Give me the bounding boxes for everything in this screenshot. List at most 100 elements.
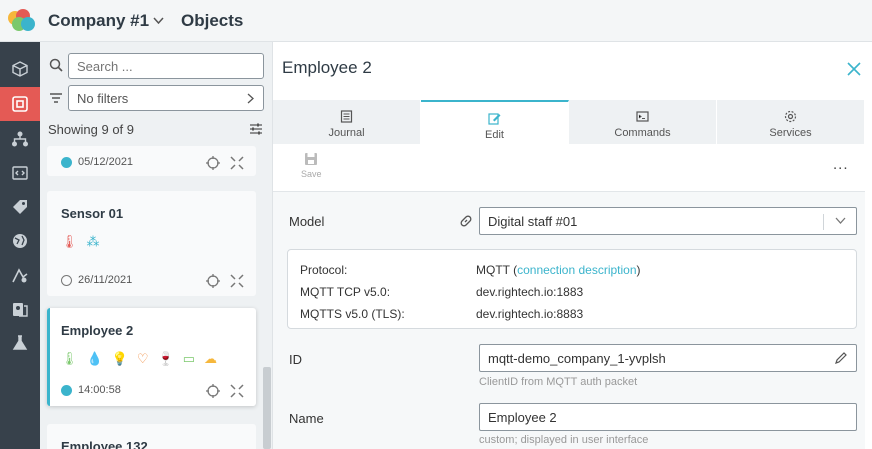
tcp-value: dev.rightech.io:1883 (476, 285, 584, 299)
save-label: Save (301, 169, 322, 179)
card-timestamp: 05/12/2021 (78, 156, 134, 168)
card-title: Employee 132 (61, 439, 148, 449)
model-label: Model (289, 214, 325, 229)
showing-count: Showing 9 of 9 (48, 122, 135, 137)
more-menu-button[interactable]: ... (833, 156, 849, 173)
rail-item-users[interactable] (0, 292, 40, 326)
expand-icon[interactable] (230, 274, 244, 288)
app-logo-icon[interactable] (6, 8, 36, 34)
id-label: ID (289, 352, 302, 367)
terminal-icon (636, 111, 649, 122)
globe-icon (13, 234, 27, 248)
search-icon (49, 58, 63, 72)
id-value: mqtt-demo_company_1-yvplsh (488, 351, 666, 366)
edit-form: Model Digital staff #01 Protocol: MQTT (… (273, 192, 865, 449)
online-status-dot (61, 384, 72, 396)
online-status-dot (61, 156, 72, 168)
tab-label: Commands (614, 127, 671, 139)
link-icon[interactable] (459, 214, 473, 228)
cloud-icon: ☁ (204, 351, 218, 366)
save-button[interactable]: Save (301, 152, 322, 179)
locate-icon[interactable] (206, 274, 220, 288)
rail-item-tags[interactable] (0, 190, 40, 224)
select-divider (823, 214, 824, 230)
tab-commands[interactable]: Commands (569, 100, 717, 144)
objects-icon (12, 96, 28, 112)
gear-icon (784, 110, 797, 123)
tab-services[interactable]: Services (717, 100, 865, 144)
scrollbar[interactable] (263, 367, 271, 449)
flask-icon (12, 335, 28, 350)
object-list-panel: No filters Showing 9 of 9 05/12/2021 Sen… (40, 42, 273, 449)
id-hint: ClientID from MQTT auth packet (479, 376, 638, 388)
rail-item-code[interactable] (0, 156, 40, 190)
glass-icon: 🍷 (157, 351, 174, 366)
pencil-icon[interactable] (834, 351, 848, 365)
rail-item-automation[interactable] (0, 258, 40, 292)
rail-item-objects[interactable] (0, 87, 40, 121)
nav-rail (0, 42, 40, 449)
chevron-down-icon[interactable] (153, 15, 164, 26)
card-title: Employee 2 (61, 323, 134, 338)
rail-item-geo[interactable] (0, 224, 40, 258)
code-icon (12, 166, 28, 180)
tab-label: Journal (328, 127, 365, 139)
protocol-value: MQTT (connection description) (476, 263, 641, 277)
locate-icon[interactable] (206, 156, 220, 170)
id-field[interactable]: mqtt-demo_company_1-yvplsh (479, 344, 857, 372)
filter-label: No filters (77, 91, 129, 106)
detail-tabs: Journal Edit Commands Services (273, 100, 865, 144)
card-timestamp: 26/11/2021 (78, 274, 133, 286)
connection-description-link[interactable]: connection description (517, 263, 636, 277)
cube-icon (12, 61, 28, 77)
journal-icon (340, 110, 353, 123)
filter-icon (50, 93, 62, 103)
tab-journal[interactable]: Journal (273, 100, 421, 144)
locate-icon[interactable] (206, 384, 220, 398)
tab-label: Services (769, 127, 812, 139)
clock-icon (61, 274, 72, 286)
tab-edit[interactable]: Edit (421, 100, 569, 144)
edit-toolbar: Save ... (273, 144, 865, 192)
section-title: Objects (181, 11, 244, 30)
rail-item-lab[interactable] (0, 326, 40, 360)
filter-select[interactable]: No filters (68, 85, 264, 111)
tls-value: dev.rightech.io:8883 (476, 307, 584, 321)
card-timestamp: 14:00:58 (78, 384, 121, 396)
detail-title: Employee 2 (282, 58, 372, 77)
protocol-close: ) (636, 263, 641, 277)
name-field[interactable]: Employee 2 (479, 403, 857, 431)
edit-icon (488, 113, 501, 125)
rail-item-models[interactable] (0, 52, 40, 86)
tcp-key: MQTT TCP v5.0: (300, 285, 391, 299)
object-card[interactable]: Sensor 01 🌡 ⁂ 26/11/2021 (47, 191, 256, 296)
name-label: Name (289, 411, 324, 426)
model-select[interactable]: Digital staff #01 (479, 207, 857, 235)
sort-settings-icon[interactable] (249, 122, 263, 136)
save-icon (305, 153, 317, 165)
rail-item-hierarchy[interactable] (0, 122, 40, 156)
hierarchy-icon (12, 131, 28, 147)
thermometer-icon: 🌡 (61, 351, 78, 366)
tls-key: MQTTS v5.0 (TLS): (300, 307, 405, 321)
bulb-icon: 💡 (111, 351, 128, 366)
expand-icon[interactable] (230, 156, 244, 170)
automation-icon (12, 268, 28, 283)
tag-icon (13, 200, 27, 214)
company-name[interactable]: Company #1 (48, 11, 149, 31)
search-input[interactable] (68, 53, 264, 79)
object-card[interactable]: Employee 132 (47, 424, 256, 449)
object-card-selected[interactable]: Employee 2 🌡 💧 💡 ♡ 🍷 ▭ ☁ 14:00:58 (47, 308, 256, 406)
name-value: Employee 2 (488, 410, 557, 425)
expand-icon[interactable] (230, 384, 244, 398)
chevron-down-icon (835, 217, 846, 224)
model-value: Digital staff #01 (488, 214, 578, 229)
tab-label: Edit (485, 129, 504, 141)
chevron-right-icon (247, 93, 254, 104)
protocol-key: Protocol: (300, 263, 348, 277)
users-icon (13, 303, 28, 317)
name-hint: custom; displayed in user interface (479, 434, 649, 446)
object-card[interactable]: 05/12/2021 (47, 146, 256, 176)
protocol-text: MQTT ( (476, 263, 518, 277)
close-icon[interactable] (847, 62, 861, 76)
